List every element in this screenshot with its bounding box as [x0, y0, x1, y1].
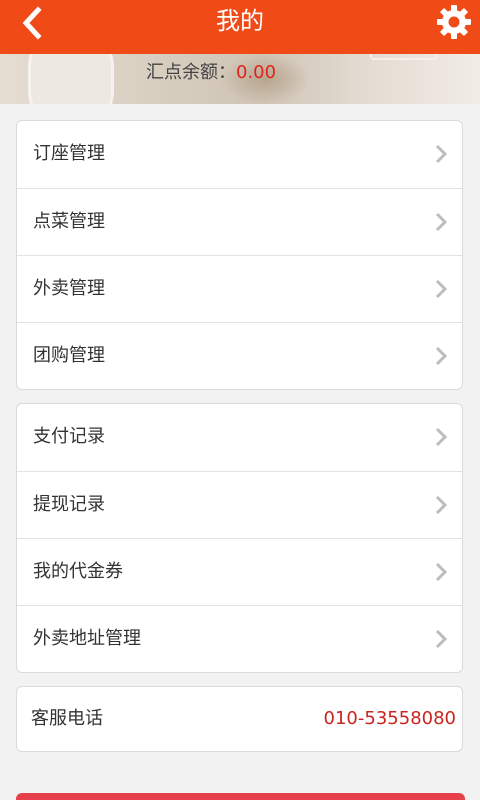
- logout-button[interactable]: [16, 793, 465, 800]
- menu-item-label: 点菜管理: [33, 211, 105, 232]
- chevron-right-icon: [435, 562, 448, 582]
- records-group: 支付记录 提现记录 我的代金券 外卖地址管理: [16, 403, 463, 673]
- balance-text: 汇点余额：0.00: [146, 58, 276, 84]
- menu-item-payment-records[interactable]: 支付记录: [17, 404, 462, 471]
- menu-item-group-buy[interactable]: 团购管理: [17, 322, 462, 389]
- chevron-right-icon: [435, 212, 448, 232]
- chevron-right-icon: [435, 279, 448, 299]
- order-management-group: 订座管理 点菜管理 外卖管理 团购管理: [16, 120, 463, 390]
- menu-item-label: 团购管理: [33, 345, 105, 366]
- gear-icon: [437, 5, 471, 39]
- menu-item-label: 支付记录: [33, 426, 105, 447]
- chevron-right-icon: [435, 629, 448, 649]
- customer-service-row[interactable]: 客服电话 010-53558080: [16, 686, 463, 752]
- menu-item-takeout[interactable]: 外卖管理: [17, 255, 462, 322]
- profile-action-button[interactable]: [370, 54, 438, 60]
- menu-item-label: 我的代金券: [33, 561, 123, 582]
- menu-item-label: 外卖管理: [33, 278, 105, 299]
- balance-label: 汇点余额：: [146, 62, 236, 83]
- top-navigation-bar: 我的: [0, 0, 480, 54]
- chevron-right-icon: [435, 427, 448, 447]
- page-title: 我的: [216, 7, 264, 35]
- chevron-right-icon: [435, 495, 448, 515]
- profile-banner: 汇点余额：0.00: [0, 54, 480, 104]
- settings-button[interactable]: [436, 4, 472, 40]
- menu-item-seat-booking[interactable]: 订座管理: [17, 121, 462, 188]
- menu-item-label: 外卖地址管理: [33, 628, 141, 649]
- service-label: 客服电话: [31, 708, 103, 729]
- menu-item-vouchers[interactable]: 我的代金券: [17, 538, 462, 605]
- menu-item-label: 提现记录: [33, 494, 105, 515]
- balance-amount: 0.00: [236, 62, 277, 83]
- chevron-right-icon: [435, 346, 448, 366]
- service-phone-number[interactable]: 010-53558080: [324, 687, 456, 751]
- menu-item-withdraw-records[interactable]: 提现记录: [17, 471, 462, 538]
- menu-item-dish-order[interactable]: 点菜管理: [17, 188, 462, 255]
- avatar[interactable]: [28, 54, 114, 104]
- menu-item-label: 订座管理: [33, 143, 105, 164]
- chevron-right-icon: [435, 144, 448, 164]
- menu-item-delivery-address[interactable]: 外卖地址管理: [17, 605, 462, 672]
